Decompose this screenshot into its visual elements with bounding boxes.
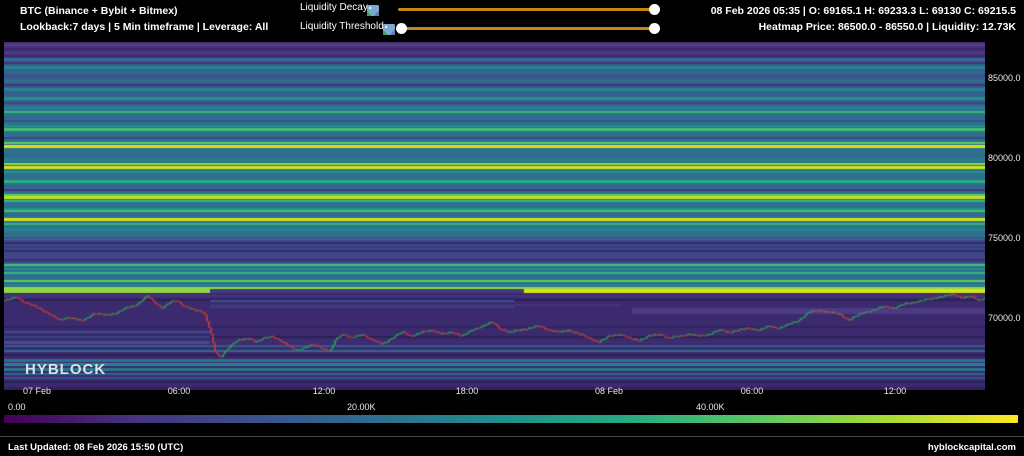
liquidation-heatmap-app: BTC (Binance + Bybit + Bitmex) Lookback:…	[0, 0, 1024, 456]
last-updated-label: Last Updated: 08 Feb 2026 15:50 (UTC)	[8, 442, 183, 453]
liquidation-heatmap-canvas[interactable]	[4, 42, 985, 390]
ohlc-readout: 08 Feb 2026 05:35 | O: 69165.1 H: 69233.…	[711, 3, 1016, 19]
liquidity-decay-toggle-icon[interactable]	[367, 3, 379, 14]
colorbar-tick: 20.00K	[347, 402, 376, 412]
liquidity-threshold-toggle-icon[interactable]	[383, 22, 395, 33]
time-axis-tick: 06:00	[741, 386, 764, 396]
liquidity-threshold-min-knob[interactable]	[396, 23, 407, 34]
price-axis-tick: 75000.0	[988, 233, 1021, 243]
heatmap-hover-readout: Heatmap Price: 86500.0 - 86550.0 | Liqui…	[711, 19, 1016, 35]
price-axis-tick: 80000.0	[988, 153, 1021, 163]
time-axis-tick: 08 Feb	[595, 386, 623, 396]
time-axis-tick: 12:00	[313, 386, 336, 396]
liquidity-threshold-slider-track[interactable]	[398, 27, 660, 30]
colorbar-tick: 40.00K	[696, 402, 725, 412]
site-label: hyblockcapital.com	[928, 442, 1016, 453]
liquidity-decay-slider-knob[interactable]	[649, 4, 660, 15]
liquidity-colorbar	[4, 415, 1018, 423]
liquidity-decay-label: Liquidity Decay	[300, 2, 368, 13]
price-axis-tick: 70000.0	[988, 313, 1021, 323]
header-left: BTC (Binance + Bybit + Bitmex) Lookback:…	[20, 3, 268, 35]
liquidity-threshold-slider[interactable]	[398, 22, 660, 34]
symbol-title: BTC (Binance + Bybit + Bitmex)	[20, 3, 268, 19]
liquidity-decay-slider-track[interactable]	[398, 8, 660, 11]
hyblock-watermark: HYBLOCK	[25, 361, 106, 378]
time-axis-tick: 06:00	[168, 386, 191, 396]
lookback-settings: Lookback:7 days | 5 Min timeframe | Leve…	[20, 19, 268, 35]
status-bar: Last Updated: 08 Feb 2026 15:50 (UTC) hy…	[0, 436, 1024, 456]
time-axis-tick: 07 Feb	[23, 386, 51, 396]
liquidity-decay-slider[interactable]	[398, 3, 660, 15]
liquidity-threshold-max-knob[interactable]	[649, 23, 660, 34]
time-axis-tick: 12:00	[884, 386, 907, 396]
header-right: 08 Feb 2026 05:35 | O: 69165.1 H: 69233.…	[711, 3, 1016, 35]
liquidity-threshold-label: Liquidity Threshold	[300, 21, 384, 32]
price-axis-tick: 85000.0	[988, 73, 1021, 83]
colorbar-tick: 0.00	[8, 402, 26, 412]
time-axis-tick: 18:00	[456, 386, 479, 396]
